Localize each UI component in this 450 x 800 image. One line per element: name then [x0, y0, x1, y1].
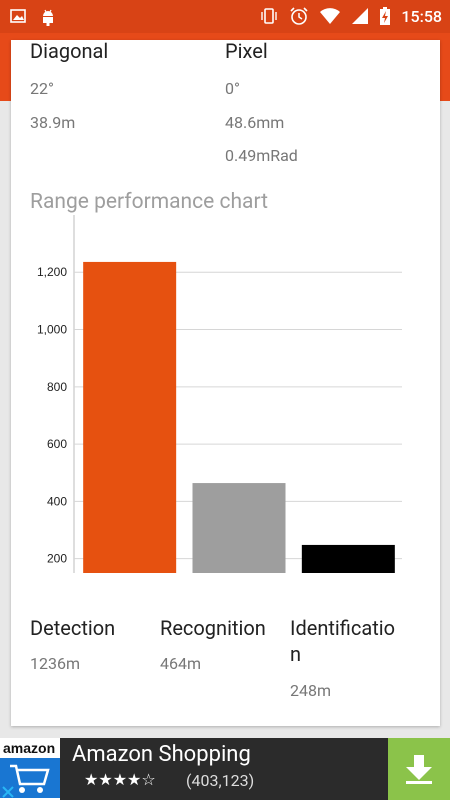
vibrate-icon — [261, 8, 278, 24]
ad-title[interactable]: Amazon Shopping — [72, 742, 251, 767]
clock: 15:58 — [401, 6, 442, 26]
detection-value: 1236m — [30, 654, 80, 673]
identification-label: Identificatio n — [290, 616, 396, 666]
download-icon — [406, 755, 432, 784]
ad-close-icon[interactable] — [2, 786, 14, 798]
y-tick-label: 1,000 — [37, 323, 67, 337]
bar-identification — [301, 544, 395, 573]
y-tick-label: 800 — [47, 380, 67, 394]
y-tick-label: 200 — [47, 552, 67, 566]
image-notification-icon — [10, 9, 26, 23]
recognition-label: Recognition — [160, 616, 266, 640]
recognition-value: 464m — [160, 654, 202, 673]
ad-banner[interactable]: amazon Amazon Shopping ★★★★☆ (403,123) — [0, 738, 450, 800]
ad-star-rating: ★★★★☆ — [84, 770, 156, 789]
bar-recognition — [192, 483, 286, 573]
range-performance-chart: 200 400 600 800 1,000 1,200 — [37, 215, 402, 573]
alarm-icon — [290, 7, 308, 25]
identification-value: 248m — [290, 681, 332, 700]
bar-detection — [83, 261, 177, 573]
y-tick-label: 1,200 — [37, 265, 67, 279]
signal-icon — [352, 8, 369, 24]
wifi-icon — [320, 8, 341, 24]
amazon-logo-text: amazon — [3, 740, 56, 756]
y-tick-label: 400 — [47, 494, 67, 508]
ad-rating-count: (403,123) — [186, 771, 255, 790]
android-debug-icon — [43, 9, 53, 26]
battery-charging-icon — [380, 7, 391, 25]
detection-label: Detection — [30, 616, 116, 640]
ad-download-button[interactable] — [388, 738, 450, 800]
y-tick-label: 600 — [47, 437, 67, 451]
status-bar: 15:58 — [0, 0, 450, 33]
results-card: Diagonal 22° 38.9m Pixel 0° 48.6mm 0.49m… — [11, 39, 440, 726]
